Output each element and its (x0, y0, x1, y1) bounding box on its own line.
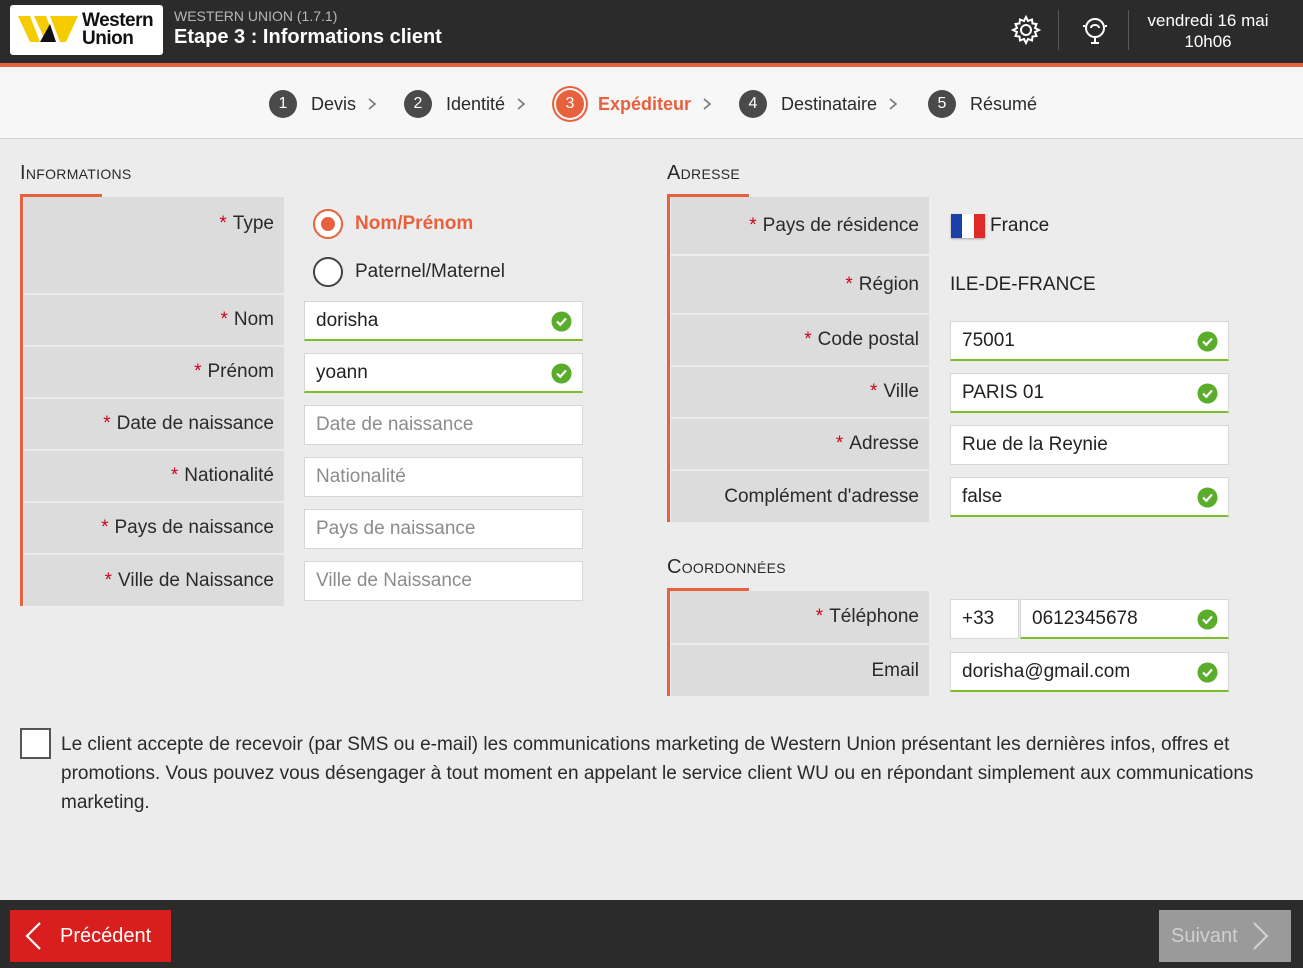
page-title: Etape 3 : Informations client (174, 26, 442, 48)
section-title-informations: Informations (20, 162, 132, 184)
western-union-logo-icon (18, 16, 78, 42)
label-region: * Région (671, 256, 929, 313)
app-version: WESTERN UNION (1.7.1) (174, 8, 338, 24)
label-pays-residence: * Pays de résidence (671, 197, 929, 254)
ville-naissance-input[interactable]: Ville de Naissance (304, 561, 583, 601)
pays-residence-value: France (951, 214, 1049, 238)
support-icon[interactable] (1079, 14, 1111, 46)
label-ville-naissance: * Ville de Naissance (24, 555, 284, 606)
required-mark: * (219, 213, 227, 234)
step-label: Identité (446, 93, 506, 114)
nom-input[interactable]: dorisha (304, 301, 583, 341)
required-mark: * (220, 309, 228, 330)
stepper: 1 Devis 2 Identité 3 Expéditeur 4 Destin… (0, 67, 1303, 139)
required-mark: * (835, 433, 844, 454)
logo-text: Western Union (82, 10, 154, 49)
header-divider (1058, 10, 1059, 50)
required-mark: * (815, 606, 824, 627)
label-complement-adresse: Complément d'adresse (671, 471, 929, 522)
step-identite[interactable]: 2 Identité (404, 89, 527, 119)
telephone-prefix-input[interactable]: +33 (950, 599, 1019, 639)
radio-nom-prenom[interactable]: Nom/Prénom (313, 209, 473, 239)
label-adresse: * Adresse (671, 419, 929, 469)
complement-adresse-input[interactable]: false (950, 477, 1229, 517)
step-number: 3 (556, 90, 584, 118)
label-prenom: * Prénom (24, 347, 284, 397)
france-flag-icon (951, 214, 985, 238)
radio-circle (313, 257, 343, 287)
step-number: 5 (928, 90, 956, 118)
required-mark: * (845, 273, 853, 295)
header-divider (1128, 10, 1129, 50)
step-expediteur[interactable]: 3 Expéditeur (556, 89, 713, 119)
check-circle-icon (1197, 383, 1218, 404)
step-label: Devis (311, 93, 357, 114)
check-circle-icon (1197, 609, 1218, 630)
required-mark: * (103, 413, 111, 434)
check-circle-icon (1197, 331, 1218, 352)
section-title-adresse: Adresse (667, 162, 741, 184)
adresse-input[interactable]: Rue de la Reynie (950, 425, 1229, 465)
pays-naissance-input[interactable]: Pays de naissance (304, 509, 583, 549)
required-mark: * (194, 361, 202, 382)
step-label: Résumé (970, 93, 1038, 114)
email-input[interactable]: dorisha@gmail.com (950, 652, 1229, 692)
nationalite-input[interactable]: Nationalité (304, 457, 583, 497)
required-mark: * (170, 465, 179, 486)
label-pays-naissance: * Pays de naissance (24, 503, 284, 553)
step-label: Expéditeur (598, 93, 692, 114)
prenom-input[interactable]: yoann (304, 353, 583, 393)
code-postal-input[interactable]: 75001 (950, 321, 1229, 361)
step-label: Destinataire (781, 93, 878, 114)
section-bar (20, 194, 23, 606)
required-mark: * (870, 381, 878, 402)
radio-paternel-maternel[interactable]: Paternel/Maternel (313, 257, 505, 287)
label-email: Email (671, 645, 929, 696)
step-number: 1 (269, 90, 297, 118)
step-number: 4 (739, 90, 767, 118)
previous-button[interactable]: Précédent (10, 910, 171, 962)
next-button[interactable]: Suivant (1159, 910, 1291, 962)
radio-circle (313, 209, 343, 239)
label-nom: * Nom (24, 295, 284, 345)
required-mark: * (804, 329, 812, 350)
section-title-coordonnees: Coordonnées (667, 556, 786, 578)
gear-icon[interactable] (1010, 14, 1042, 46)
ville-input[interactable]: PARIS 01 (950, 373, 1229, 413)
check-circle-icon (1197, 487, 1218, 508)
label-telephone: * Téléphone (671, 591, 929, 643)
label-ville: * Ville (671, 367, 929, 417)
section-bar (667, 194, 670, 522)
chevron-left-icon (25, 922, 41, 950)
label-date-naissance: * Date de naissance (24, 399, 284, 449)
chevron-right-icon (517, 98, 526, 110)
region-value: ILE-DE-FRANCE (950, 274, 1096, 295)
step-resume[interactable]: 5 Résumé (928, 89, 1037, 119)
app-footer: Précédent Suivant (0, 900, 1303, 968)
step-devis[interactable]: 1 Devis (269, 89, 378, 119)
chevron-right-icon (703, 98, 712, 110)
app-header: Western Union WESTERN UNION (1.7.1) Etap… (0, 0, 1303, 63)
step-number: 2 (404, 90, 432, 118)
check-circle-icon (551, 311, 572, 332)
chevron-right-icon (889, 98, 898, 110)
date-naissance-input[interactable]: Date de naissance (304, 405, 583, 445)
chevron-right-icon (1252, 922, 1269, 950)
label-type: * Type (24, 197, 284, 293)
label-nationalite: * Nationalité (24, 451, 284, 501)
required-mark: * (101, 517, 109, 538)
marketing-consent-checkbox[interactable] (20, 728, 51, 759)
datetime: vendredi 16 mai 10h06 (1147, 11, 1269, 51)
check-circle-icon (1197, 662, 1218, 683)
label-code-postal: * Code postal (671, 315, 929, 365)
check-circle-icon (551, 363, 572, 384)
required-mark: * (104, 569, 113, 591)
chevron-right-icon (368, 98, 377, 110)
marketing-consent-text: Le client accepte de recevoir (par SMS o… (61, 734, 1254, 813)
telephone-input[interactable]: 0612345678 (1020, 599, 1229, 639)
required-mark: * (749, 214, 757, 236)
western-union-logo: Western Union (10, 5, 163, 55)
step-destinataire[interactable]: 4 Destinataire (739, 89, 899, 119)
section-bar (667, 588, 670, 696)
